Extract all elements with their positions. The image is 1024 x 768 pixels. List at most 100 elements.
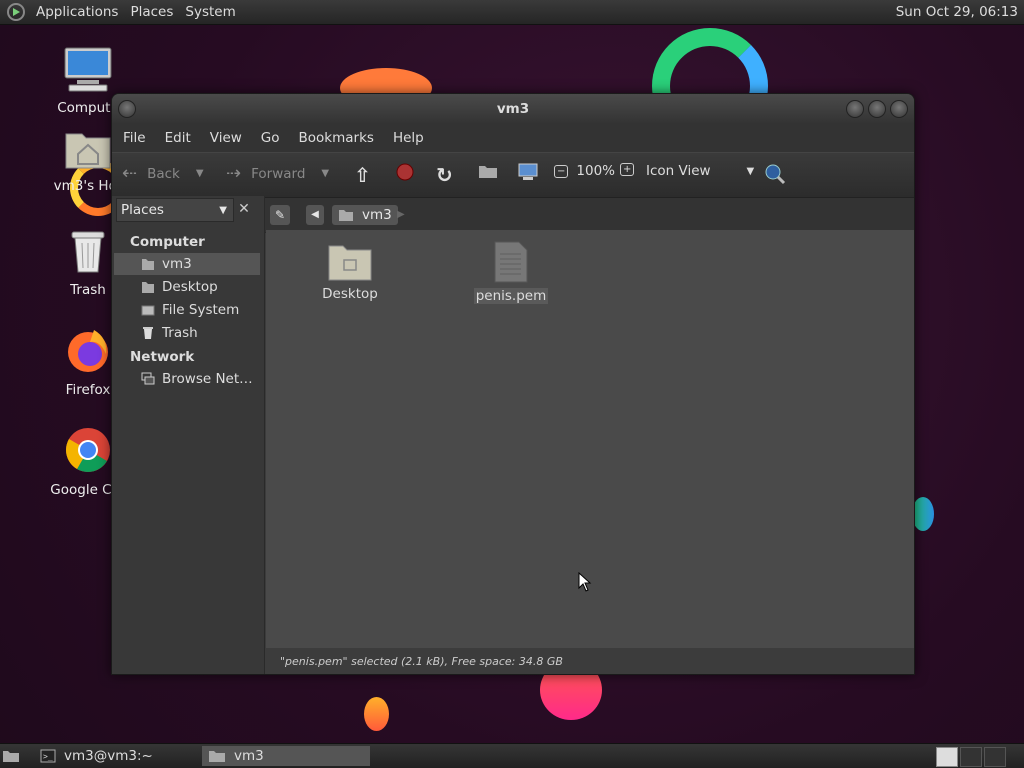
system-menu[interactable]: System — [185, 4, 235, 20]
reload-icon: ↻ — [436, 163, 453, 187]
view-mode-select[interactable]: Icon View ▼ — [646, 163, 754, 179]
sidebar-item-vm3[interactable]: vm3 — [114, 253, 260, 275]
text-file-icon — [494, 241, 528, 283]
sidebar-section-computer: Computer — [130, 234, 205, 250]
sidebar-item-desktop[interactable]: Desktop — [114, 276, 260, 298]
workspace-switcher-2[interactable] — [960, 747, 982, 767]
panel-clock[interactable]: Sun Oct 29, 06:13 — [896, 4, 1018, 20]
search-button[interactable] — [764, 163, 786, 185]
show-desktop-button[interactable] — [2, 746, 24, 766]
back-button[interactable]: ⇠ Back ▼ — [122, 163, 204, 184]
forward-arrow-icon: ⇢ — [226, 163, 242, 184]
menu-file[interactable]: File — [123, 130, 146, 146]
forward-button[interactable]: ⇢ Forward ▼ — [226, 163, 329, 184]
status-text: "penis.pem" selected (2.1 kB), Free spac… — [280, 654, 563, 668]
places-menu[interactable]: Places — [130, 4, 173, 20]
zoom-in-icon: + — [620, 163, 635, 176]
zoom-out-button[interactable]: − 100% — [554, 163, 615, 179]
sidebar-item-label: Desktop — [162, 279, 218, 295]
status-bar: "penis.pem" selected (2.1 kB), Free spac… — [266, 648, 914, 674]
sidebar-item-label: Browse Net… — [162, 371, 253, 387]
workspace-switcher-3[interactable] — [984, 747, 1006, 767]
terminal-icon: >_ — [40, 749, 56, 763]
trash-icon — [143, 327, 153, 339]
chevron-down-icon: ▼ — [746, 165, 755, 177]
taskbar-item-label: vm3 — [234, 748, 264, 764]
file-item-label: Desktop — [322, 286, 378, 302]
home-button[interactable] — [478, 163, 498, 179]
menu-edit[interactable]: Edit — [165, 130, 191, 146]
applications-menu[interactable]: Applications — [36, 4, 118, 20]
chevron-down-icon: ▼ — [219, 204, 227, 216]
forward-label: Forward — [251, 165, 306, 182]
workspace-switcher[interactable] — [936, 747, 958, 767]
reload-button[interactable]: ↻ — [436, 163, 453, 187]
distro-logo-icon[interactable] — [6, 2, 26, 22]
search-icon — [765, 164, 786, 185]
network-icon — [141, 372, 155, 385]
maximize-button[interactable] — [868, 100, 886, 118]
desktop-folder-icon — [142, 282, 154, 293]
back-label: Back — [147, 165, 180, 182]
taskbar-item-terminal[interactable]: >_ vm3@vm3:~ — [34, 746, 194, 766]
up-button[interactable]: ⇧ — [354, 163, 371, 187]
chevron-down-icon[interactable]: ▼ — [321, 168, 329, 179]
window-title: vm3 — [496, 101, 530, 117]
sidebar-section-network: Network — [130, 349, 195, 365]
stop-button[interactable] — [396, 163, 414, 181]
edit-icon: ✎ — [274, 208, 286, 222]
sidebar-item-label: Trash — [162, 325, 198, 341]
up-arrow-icon: ⇧ — [354, 163, 371, 187]
minimize-button[interactable] — [846, 100, 864, 118]
file-item-desktop[interactable]: Desktop — [300, 240, 400, 302]
wallpaper-blob-small — [364, 697, 389, 731]
toggle-location-button[interactable]: ✎ — [270, 205, 290, 225]
file-manager-window: vm3 File Edit View Go Bookmarks Help ⇠ B… — [111, 93, 915, 675]
home-folder-icon — [65, 133, 111, 169]
menubar: File Edit View Go Bookmarks Help — [112, 124, 914, 152]
zoom-level: 100% — [576, 163, 615, 179]
top-panel: Applications Places System Sun Oct 29, 0… — [0, 0, 1024, 25]
stop-icon — [396, 163, 414, 181]
path-scroll-left[interactable]: ◀ — [306, 205, 324, 225]
sidebar-item-trash[interactable]: Trash — [114, 322, 260, 344]
window-titlebar[interactable]: vm3 — [112, 94, 914, 124]
toolbar: ⇠ Back ▼ ⇢ Forward ▼ ⇧ ↻ − 100% + Icon V… — [112, 152, 914, 198]
sidebar-header-label: Places — [121, 202, 164, 218]
svg-text:>_: >_ — [43, 752, 53, 761]
view-mode-label: Icon View — [646, 163, 711, 179]
firefox-icon — [68, 330, 108, 372]
mouse-cursor-icon — [578, 572, 592, 592]
computer-icon — [518, 163, 538, 180]
menu-bookmarks[interactable]: Bookmarks — [299, 130, 374, 146]
desktop-icon — [3, 751, 19, 762]
panel-menu: Applications Places System — [0, 2, 238, 22]
chevron-down-icon[interactable]: ▼ — [196, 168, 204, 179]
zoom-in-button[interactable]: + — [620, 163, 635, 176]
close-button[interactable] — [890, 100, 908, 118]
drive-icon — [141, 305, 155, 316]
sidebar-item-browse-network[interactable]: Browse Net… — [114, 368, 260, 390]
sidebar-item-label: vm3 — [162, 256, 192, 272]
home-folder-icon — [209, 751, 225, 762]
window-menu-button[interactable] — [118, 100, 136, 118]
menu-go[interactable]: Go — [261, 130, 280, 146]
path-segment-label: vm3 — [362, 207, 392, 223]
wallpaper-blob-teal — [912, 497, 934, 531]
home-folder-icon — [339, 210, 353, 221]
zoom-out-icon: − — [554, 164, 569, 178]
path-segment-vm3[interactable]: vm3 — [332, 205, 398, 225]
sidebar-close-button[interactable]: ✕ — [232, 198, 256, 220]
sidebar-header-select[interactable]: Places ▼ — [116, 198, 234, 222]
sidebar-item-file-system[interactable]: File System — [114, 299, 260, 321]
back-arrow-icon: ⇠ — [122, 163, 138, 184]
taskbar-item-vm3[interactable]: vm3 — [202, 746, 370, 766]
computer-button[interactable] — [518, 163, 538, 181]
trash-icon — [71, 231, 105, 273]
path-scroll-right[interactable]: ▶ — [397, 205, 411, 225]
taskbar-item-label: vm3@vm3:~ — [64, 748, 153, 764]
home-folder-icon — [479, 166, 497, 178]
file-item-penis-pem[interactable]: penis.pem — [461, 240, 561, 304]
menu-view[interactable]: View — [210, 130, 242, 146]
menu-help[interactable]: Help — [393, 130, 424, 146]
